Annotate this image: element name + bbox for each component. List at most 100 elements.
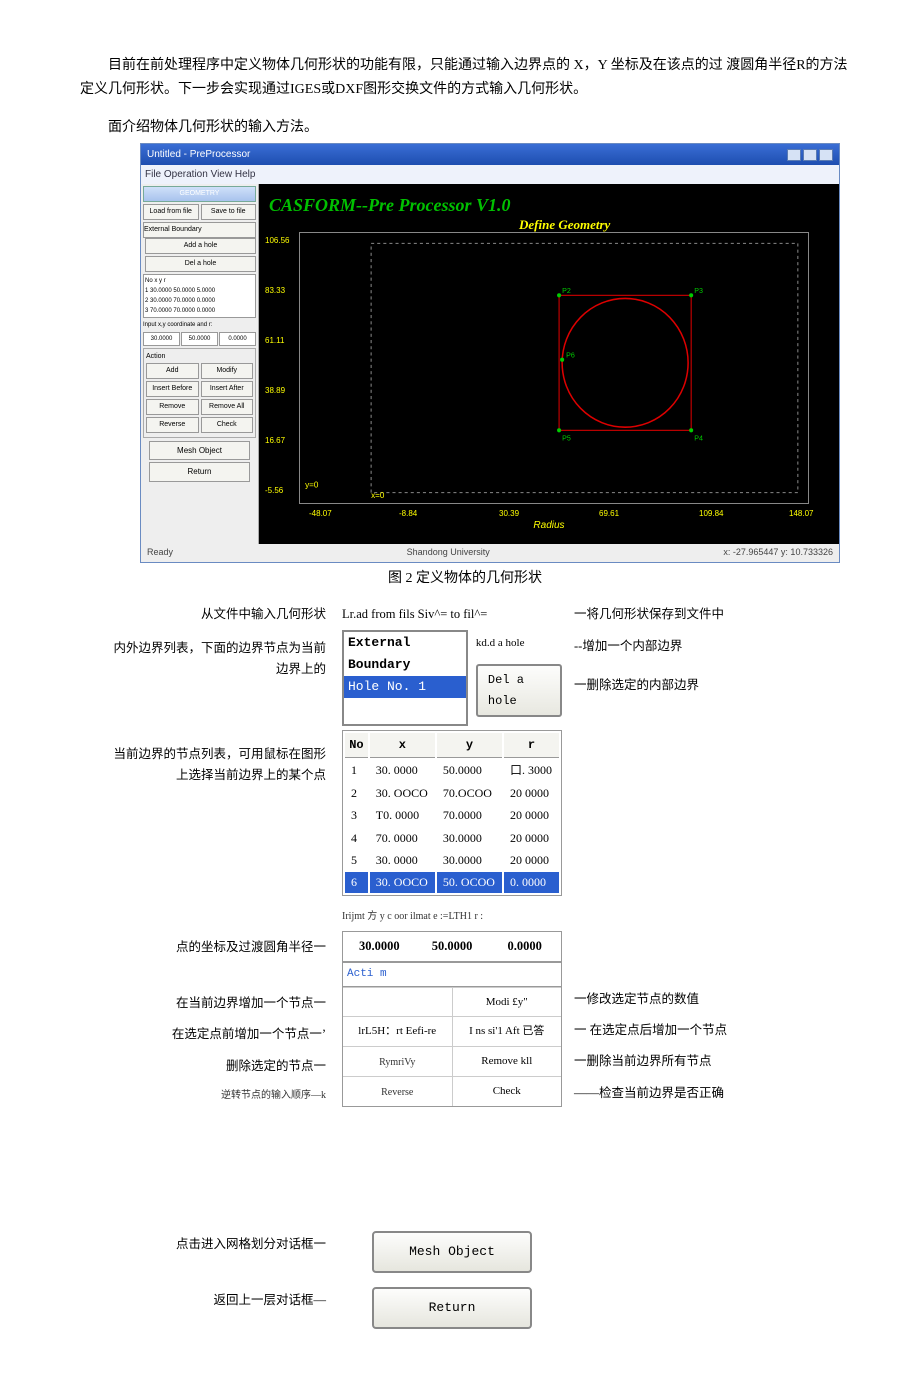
- canvas-area[interactable]: CASFORM--Pre Processor V1.0 Define Geome…: [259, 184, 839, 544]
- node-list[interactable]: No x y r 1 30.0000 50.0000 5.0000 2 30.0…: [143, 274, 256, 318]
- remove-button[interactable]: RymriVy: [343, 1047, 452, 1076]
- intro-para-2: 面介绍物体几何形状的输入方法。: [80, 116, 850, 140]
- external-boundary-label: External Boundary: [143, 222, 256, 238]
- xtick: 69.61: [599, 507, 619, 521]
- action-label: Action: [146, 351, 253, 363]
- xtick: 30.39: [499, 507, 519, 521]
- table-row[interactable]: 530. 000030.000020 0000: [345, 850, 559, 870]
- label-insert-after: 一 在选定点后增加一个节点: [574, 1020, 834, 1041]
- ytick: -5.56: [265, 484, 283, 498]
- panel-title: GEOMETRY: [143, 186, 256, 202]
- del-hole-button[interactable]: Del a hole: [145, 256, 256, 272]
- table-row[interactable]: 130. 000050.0000口. 3000: [345, 760, 559, 780]
- list-item[interactable]: External Boundary: [344, 632, 466, 676]
- input-y[interactable]: 50.0000: [416, 932, 489, 961]
- ytick: 38.89: [265, 384, 285, 398]
- modify-button[interactable]: Modi £y": [452, 988, 562, 1017]
- insert-after-button[interactable]: Insert After: [201, 381, 254, 397]
- list-item[interactable]: 2 30.0000 70.0000 0.0000: [145, 296, 254, 306]
- minimize-icon[interactable]: [787, 149, 801, 161]
- coord-input-caption: Irijmt 方 y c oor ilmat e :=LTH1 r :: [342, 900, 562, 927]
- modify-button[interactable]: Modify: [201, 363, 254, 379]
- label-del-hole: 一删除选定的内部边界: [574, 675, 834, 696]
- table-row[interactable]: 470. 000030.000020 0000: [345, 828, 559, 848]
- list-item[interactable]: 4 70.0000 30.0000 0.0000: [145, 317, 254, 318]
- mesh-object-button[interactable]: Mesh Object: [149, 441, 250, 461]
- text-load-save: Lr.ad from fils Siv^= to fil^=: [342, 604, 562, 625]
- input-r[interactable]: 0.0000: [219, 332, 256, 346]
- coord-inputs[interactable]: 30.0000 50.0000 0.0000: [342, 931, 562, 962]
- mesh-object-button[interactable]: Mesh Object: [372, 1231, 532, 1273]
- label-remove: 删除选定的节点一: [110, 1056, 326, 1077]
- reverse-button[interactable]: Reverse: [343, 1077, 452, 1106]
- add-hole-text: kd.d a hole: [476, 634, 562, 653]
- add-hole-button[interactable]: Add a hole: [145, 238, 256, 254]
- list-item-selected[interactable]: Hole No. 1: [344, 676, 466, 698]
- remove-button[interactable]: Remove: [146, 399, 199, 415]
- x-axis-label: Radius: [533, 517, 564, 534]
- return-button[interactable]: Return: [149, 462, 250, 482]
- input-y[interactable]: 50.0000: [181, 332, 218, 346]
- th: No: [345, 733, 368, 758]
- label-boundary-list: 内外边界列表，下面的边界节点为当前边界上的: [110, 630, 330, 726]
- remove-all-button[interactable]: Remove kll: [452, 1047, 562, 1076]
- input-x[interactable]: 30.0000: [343, 932, 416, 961]
- label-insert-before: 在选定点前增加一个节点一’: [80, 1024, 326, 1045]
- input-r[interactable]: 0.0000: [488, 932, 561, 961]
- th: x: [370, 733, 435, 758]
- check-button[interactable]: Check: [201, 417, 254, 433]
- load-from-file-button[interactable]: Load from file: [143, 204, 199, 220]
- svg-text:P4: P4: [694, 434, 703, 443]
- ytick: 16.67: [265, 434, 285, 448]
- action-header: Acti m: [343, 963, 561, 987]
- status-left: Ready: [147, 545, 173, 560]
- del-a-hole-button[interactable]: Del a hole: [476, 664, 562, 717]
- save-to-file-button[interactable]: Save to file: [201, 204, 257, 220]
- ytick: 83.33: [265, 284, 285, 298]
- window-title: Untitled - PreProcessor: [147, 146, 250, 163]
- svg-text:P6: P6: [566, 351, 575, 360]
- menu-bar[interactable]: File Operation View Help: [141, 165, 839, 184]
- return-button[interactable]: Return: [372, 1287, 532, 1329]
- table-row-selected[interactable]: 630. OOCO50. OCOO0. 0000: [345, 872, 559, 892]
- close-icon[interactable]: [819, 149, 833, 161]
- boundary-listbox[interactable]: External Boundary Hole No. 1: [342, 630, 468, 726]
- xtick: -48.07: [309, 507, 332, 521]
- label-modify: 一修改选定节点的数值: [574, 989, 834, 1010]
- add-button[interactable]: Add: [146, 363, 199, 379]
- label-node-list: 当前边界的节点列表，可用鼠标在图形上选择当前边界上的某个点: [110, 730, 330, 896]
- maximize-icon[interactable]: [803, 149, 817, 161]
- reverse-button[interactable]: Reverse: [146, 417, 199, 433]
- list-item[interactable]: 3 70.0000 70.0000 0.0000: [145, 306, 254, 316]
- xtick: -8.84: [399, 507, 417, 521]
- svg-text:P3: P3: [694, 287, 703, 296]
- insert-after-button[interactable]: I ns si'1 Aft 已答: [452, 1017, 562, 1046]
- list-item[interactable]: 1 30.0000 50.0000 5.0000: [145, 286, 254, 296]
- figure-caption: 图 2 定义物体的几何形状: [80, 567, 850, 591]
- insert-before-button[interactable]: Insert Before: [146, 381, 199, 397]
- input-label: Input x,y coordinate and r:: [143, 320, 256, 330]
- insert-before-button[interactable]: lrL5H：rt Eefi-re: [343, 1017, 452, 1046]
- xtick: 109.84: [699, 507, 723, 521]
- add-button[interactable]: [343, 988, 452, 1017]
- svg-text:P5: P5: [562, 434, 571, 443]
- table-row[interactable]: 3T0. 000070.000020 0000: [345, 805, 559, 825]
- th: r: [504, 733, 559, 758]
- label-return: 返回上一层对话框—: [110, 1282, 330, 1334]
- node-table[interactable]: Noxyr 130. 000050.0000口. 3000 230. OOCO7…: [342, 730, 562, 896]
- label-check: ——检查当前边界是否正确: [574, 1083, 834, 1104]
- label-remove-all: 一删除当前边界所有节点: [574, 1051, 834, 1072]
- svg-text:x=0: x=0: [371, 491, 385, 500]
- input-x[interactable]: 30.0000: [143, 332, 180, 346]
- label-reverse: 逆转节点的输入顺序—k: [110, 1087, 326, 1104]
- svg-text:P2: P2: [562, 287, 571, 296]
- table-row[interactable]: 230. OOCO70.OCOO20 0000: [345, 783, 559, 803]
- window-buttons: [787, 149, 833, 161]
- app-title: CASFORM--Pre Processor V1.0: [269, 190, 511, 221]
- window-titlebar: Untitled - PreProcessor: [141, 144, 839, 165]
- th: y: [437, 733, 502, 758]
- label-load-file: 从文件中输入几何形状: [110, 604, 330, 625]
- check-button[interactable]: Check: [452, 1077, 562, 1106]
- remove-all-button[interactable]: Remove All: [201, 399, 254, 415]
- plot-area: P2 P3 P5 P4 P6 x=0 y=0: [299, 232, 809, 504]
